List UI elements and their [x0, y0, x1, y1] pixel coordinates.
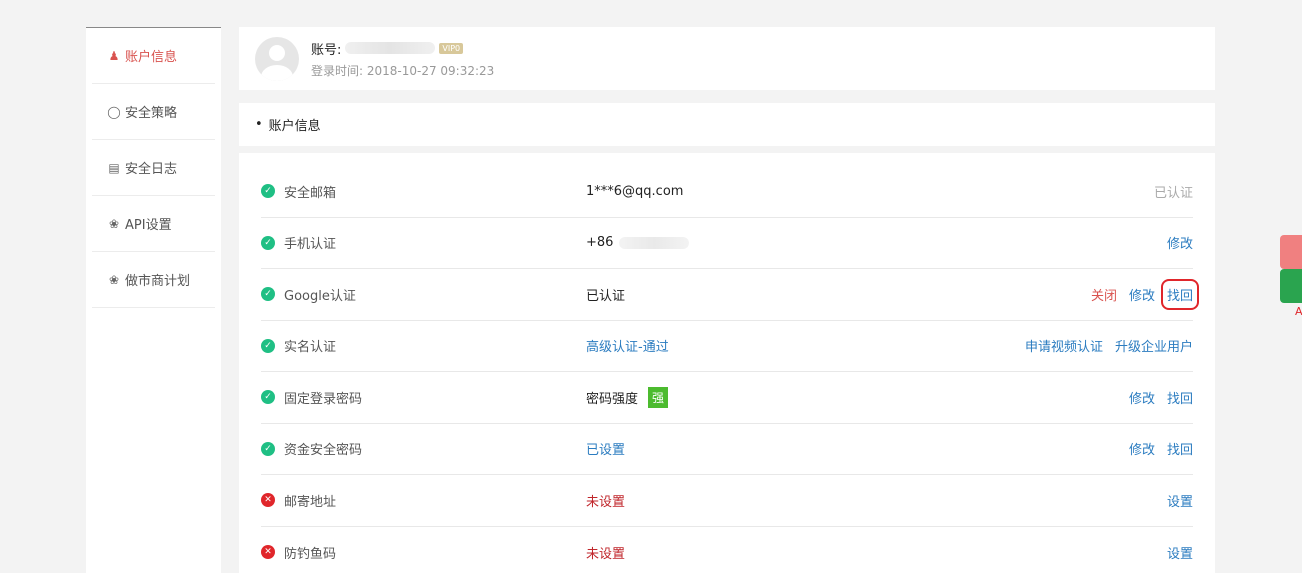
sidebar-item-security-policy[interactable]: ◯ 安全策略	[92, 84, 215, 140]
list-item-google-auth: ✓ Google认证 已认证 关闭 修改 找回	[261, 269, 1200, 321]
row-label: 防钓鱼码	[284, 546, 337, 562]
nodes-icon: ❀	[108, 272, 120, 287]
check-icon: ✓	[261, 338, 275, 353]
row-label: 邮寄地址	[284, 494, 337, 510]
row-value: 1***6@qq.com	[586, 183, 684, 199]
row-value: 未设置	[586, 546, 626, 562]
list-item-mail-address: ✕ 邮寄地址 未设置 设置	[261, 475, 1193, 527]
security-list: ✓ 安全邮箱 1***6@qq.com 已认证 ✓ 手机认证 +86 修改 ✓ …	[239, 153, 1215, 573]
recover-button[interactable]: 找回	[1167, 439, 1193, 458]
recover-button[interactable]: 找回	[1160, 278, 1200, 310]
section-title: 账户信息	[268, 119, 321, 134]
list-item-security-email: ✓ 安全邮箱 1***6@qq.com 已认证	[261, 166, 1193, 218]
float-label: A	[1295, 305, 1302, 318]
sidebar-item-label: API设置	[125, 218, 172, 233]
doc-icon: ▤	[108, 160, 120, 175]
avatar	[255, 36, 299, 81]
error-icon: ✕	[261, 545, 275, 560]
sidebar-item-account-info[interactable]: ♟ 账户信息	[92, 28, 215, 84]
list-item-fund-password: ✓ 资金安全密码 已设置 修改 找回	[261, 424, 1193, 475]
verified-status: 已认证	[1153, 185, 1193, 201]
row-value: 密码强度 强	[586, 386, 1129, 408]
account-label: 账号:	[311, 42, 342, 58]
sidebar-item-label: 安全策略	[125, 106, 178, 121]
list-item-anti-phishing: ✕ 防钓鱼码 未设置 设置	[261, 527, 1193, 573]
modify-button[interactable]: 修改	[1129, 388, 1155, 407]
row-label: 安全邮箱	[284, 185, 337, 201]
sidebar-item-security-log[interactable]: ▤ 安全日志	[92, 140, 215, 196]
sidebar-item-label: 安全日志	[125, 162, 178, 177]
recover-button[interactable]: 找回	[1167, 388, 1193, 407]
row-value: 已认证	[586, 288, 626, 304]
row-value: 未设置	[586, 494, 626, 510]
bullet-icon: •	[255, 117, 263, 132]
video-verify-button[interactable]: 申请视频认证	[1025, 336, 1103, 355]
row-label: 手机认证	[284, 237, 337, 253]
sidebar-item-label: 做市商计划	[125, 274, 191, 289]
list-item-real-name: ✓ 实名认证 高级认证-通过 申请视频认证 升级企业用户	[261, 321, 1193, 372]
row-value: 已设置	[586, 443, 626, 459]
account-header: 账号: VIP0 登录时间: 2018-10-27 09:32:23	[239, 27, 1215, 90]
modify-button[interactable]: 修改	[1129, 285, 1155, 304]
strength-label: 密码强度	[586, 391, 639, 407]
float-qr-button[interactable]	[1280, 269, 1302, 303]
row-label: 资金安全密码	[284, 443, 363, 459]
bulb-icon: ◯	[107, 104, 121, 119]
check-icon: ✓	[261, 235, 275, 250]
sidebar: ♟ 账户信息 ◯ 安全策略 ▤ 安全日志 ❀ API设置 ❀ 做市商计划	[86, 27, 221, 573]
error-icon: ✕	[261, 493, 275, 508]
sidebar-item-api-settings[interactable]: ❀ API设置	[92, 196, 215, 252]
check-icon: ✓	[261, 184, 275, 199]
row-value[interactable]: 高级认证-通过	[586, 336, 1025, 355]
strength-badge: 强	[648, 386, 669, 408]
row-value: +86	[586, 235, 1167, 250]
phone-prefix: +86	[586, 235, 614, 251]
account-redacted	[345, 42, 436, 54]
check-icon: ✓	[261, 390, 275, 405]
check-icon: ✓	[261, 441, 275, 456]
vip-badge: VIP0	[439, 42, 464, 54]
list-item-phone: ✓ 手机认证 +86 修改	[261, 218, 1193, 269]
phone-redacted	[619, 236, 690, 249]
user-icon: ♟	[108, 48, 120, 63]
modify-button[interactable]: 修改	[1167, 233, 1193, 252]
set-button[interactable]: 设置	[1167, 491, 1193, 510]
login-time: 登录时间: 2018-10-27 09:32:23	[311, 63, 495, 78]
modify-button[interactable]: 修改	[1129, 439, 1155, 458]
list-item-login-password: ✓ 固定登录密码 密码强度 强 修改 找回	[261, 372, 1193, 424]
disable-button[interactable]: 关闭	[1091, 285, 1117, 304]
float-feedback-button[interactable]	[1280, 235, 1302, 269]
section-header: • 账户信息	[239, 103, 1215, 146]
check-icon: ✓	[261, 287, 275, 302]
sidebar-item-market-maker[interactable]: ❀ 做市商计划	[92, 252, 215, 308]
row-label: Google认证	[284, 288, 356, 304]
upgrade-enterprise-button[interactable]: 升级企业用户	[1115, 336, 1193, 355]
row-label: 固定登录密码	[284, 391, 363, 407]
sidebar-item-label: 账户信息	[125, 50, 178, 65]
nodes-icon: ❀	[108, 216, 120, 231]
row-label: 实名认证	[284, 340, 337, 356]
set-button[interactable]: 设置	[1167, 543, 1193, 562]
